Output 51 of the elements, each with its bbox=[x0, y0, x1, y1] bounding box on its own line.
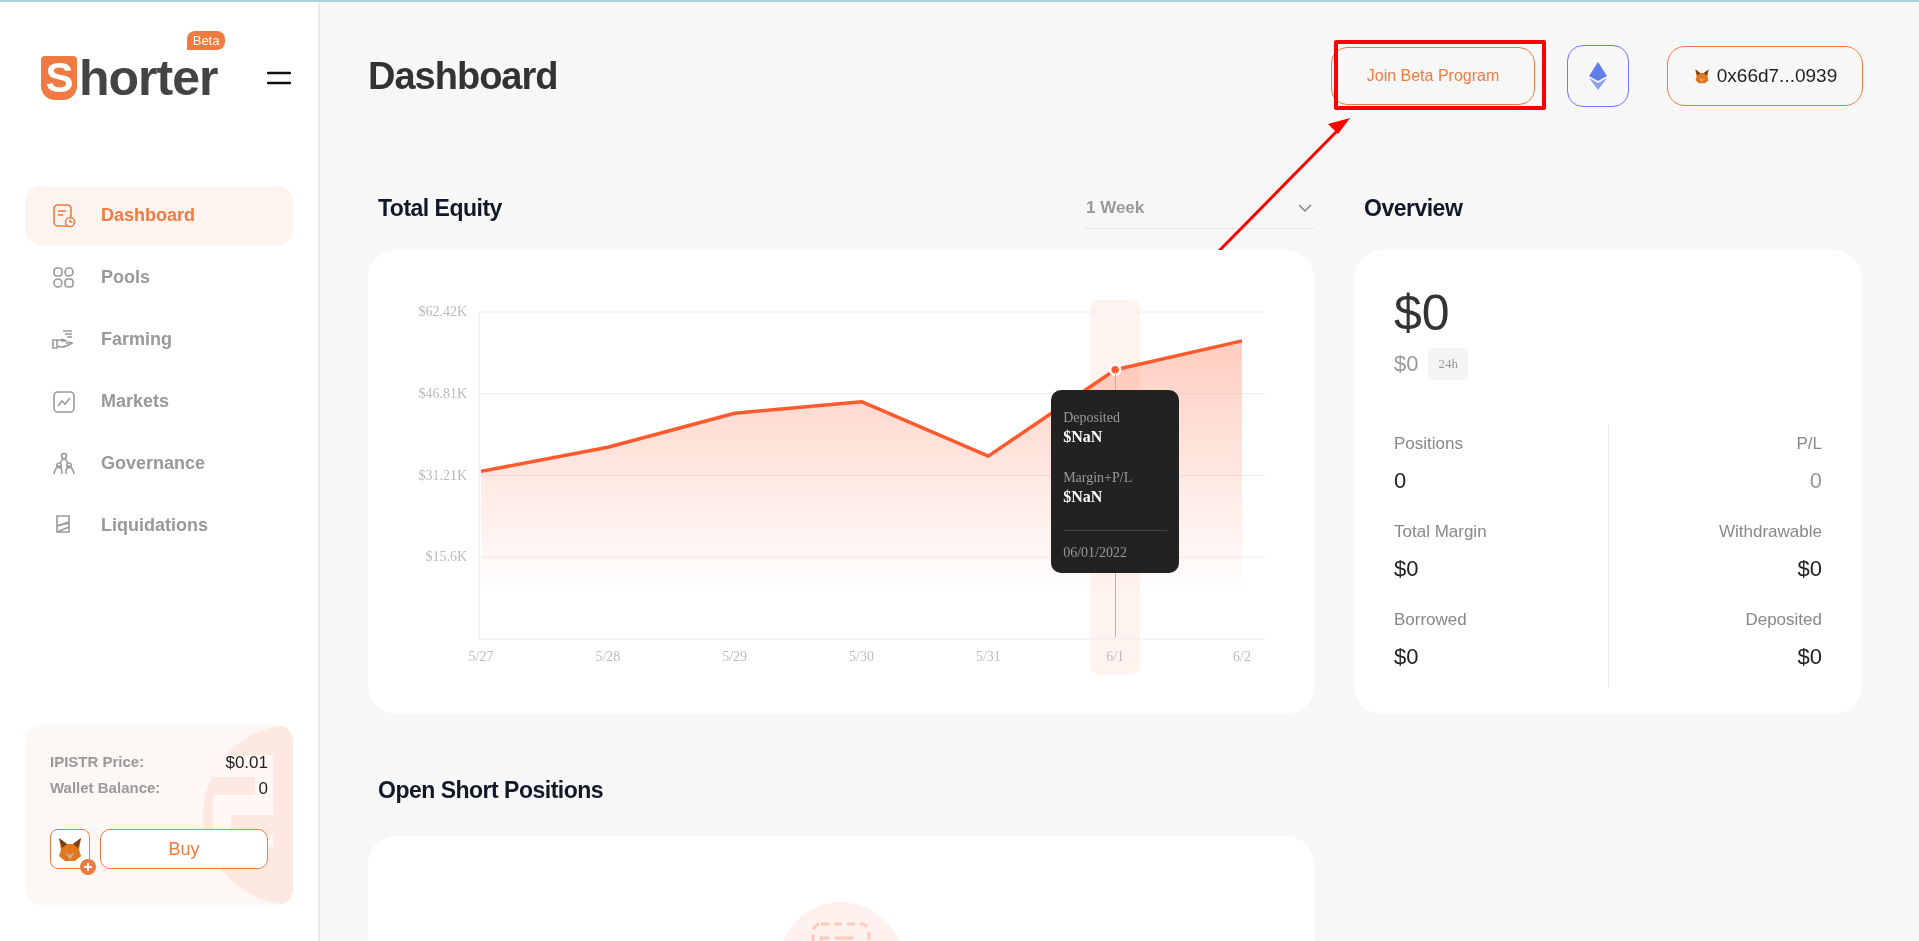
token-label: IPISTR Price: bbox=[50, 753, 145, 772]
page-title: Dashboard bbox=[368, 54, 558, 98]
x-tick-label: 5/27 bbox=[468, 649, 494, 664]
period-badge: 24h bbox=[1428, 348, 1468, 380]
x-tick-label: 5/29 bbox=[722, 649, 748, 664]
tooltip-label: Margin+P/L bbox=[1063, 469, 1134, 486]
token-value: 0 bbox=[258, 779, 268, 799]
token-value: $0.01 bbox=[225, 753, 268, 773]
stat-value: 0 bbox=[1394, 468, 1408, 494]
nav-item[interactable]: Markets bbox=[25, 372, 293, 431]
nav-item[interactable]: Liquidations bbox=[25, 496, 293, 555]
stat-value: $0 bbox=[1394, 556, 1420, 582]
x-tick-label: 6/1 bbox=[1106, 649, 1125, 664]
stat-label: Borrowed bbox=[1394, 610, 1468, 630]
beta-badge: Beta bbox=[186, 31, 226, 50]
y-tick-label: $31.21K bbox=[418, 467, 467, 483]
section-title: Overview bbox=[1364, 194, 1463, 222]
join-beta-button[interactable]: Join Beta Program bbox=[1331, 47, 1535, 105]
stat-label: Deposited bbox=[1744, 610, 1822, 630]
y-tick-label: $46.81K bbox=[418, 385, 467, 401]
stat-value: $0 bbox=[1796, 644, 1822, 670]
tooltip-value: $NaN bbox=[1063, 427, 1104, 446]
y-tick-label: $62.42K bbox=[418, 304, 467, 319]
nav-item[interactable]: Dashboard bbox=[25, 186, 293, 245]
x-tick-label: 6/2 bbox=[1233, 649, 1251, 664]
stat-label: Total Margin bbox=[1394, 522, 1488, 542]
nav-item[interactable]: Farming bbox=[25, 310, 293, 369]
y-tick-label: $15.6K bbox=[425, 549, 467, 565]
stat-value: $0 bbox=[1796, 556, 1822, 582]
stat-label: P/L bbox=[1795, 434, 1822, 454]
period-dropdown[interactable]: 1 Week bbox=[1084, 187, 1314, 229]
tooltip-label: Deposited bbox=[1063, 409, 1121, 426]
x-tick-label: 5/30 bbox=[849, 649, 874, 664]
stat-label: Withdrawable bbox=[1718, 522, 1822, 542]
change-value: $0 bbox=[1394, 351, 1419, 377]
buy-button[interactable]: Buy bbox=[100, 829, 268, 869]
tooltip-date: 06/01/2022 bbox=[1063, 529, 1168, 561]
stat-value: $0 bbox=[1394, 644, 1420, 670]
token-label: Wallet Balance: bbox=[50, 779, 161, 798]
stat-label: Positions bbox=[1394, 434, 1464, 454]
x-tick-label: 5/31 bbox=[975, 649, 1001, 664]
section-title: Open Short Positions bbox=[378, 776, 604, 804]
logo: Shorter bbox=[41, 49, 218, 107]
wallet-button[interactable]: 0x66d7...0939 bbox=[1667, 46, 1863, 106]
nav-item[interactable]: Pools bbox=[25, 248, 293, 307]
total-value: $0 bbox=[1394, 288, 1451, 338]
tooltip-value: $NaN bbox=[1063, 487, 1104, 506]
stat-value: 0 bbox=[1808, 468, 1822, 494]
section-title: Total Equity bbox=[378, 194, 502, 222]
nav-item[interactable]: Governance bbox=[25, 434, 293, 493]
x-tick-label: 5/28 bbox=[595, 649, 621, 664]
